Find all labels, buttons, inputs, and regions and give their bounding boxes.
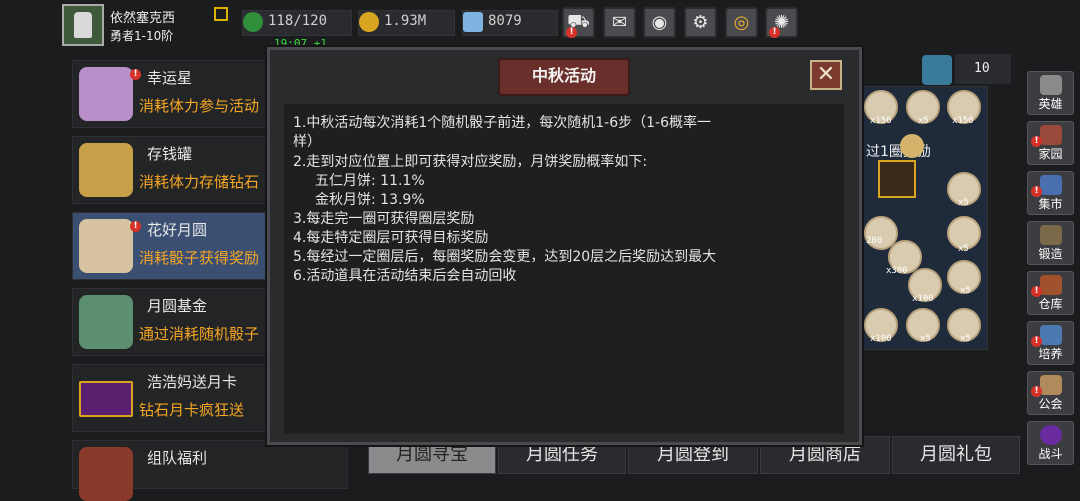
tab-moon-gift[interactable]: 月圆礼包: [892, 436, 1020, 474]
castle-icon: [1040, 125, 1062, 145]
mail-button[interactable]: ✉: [603, 7, 636, 38]
sidebar-label: 锻造: [1038, 247, 1063, 261]
dice-count: 10: [974, 61, 990, 76]
tile-label: x5: [958, 244, 969, 254]
market-icon: [1040, 175, 1062, 195]
close-icon: ✕: [816, 62, 836, 87]
rule-line: 1.中秋活动每次消耗1个随机骰子前进，每次随机1-6步（1-6概率一: [293, 115, 711, 131]
close-button[interactable]: ✕: [810, 60, 842, 90]
piggy-bank-icon: [79, 143, 133, 197]
tile-label: 200: [866, 236, 883, 246]
tile-label: x5: [918, 116, 929, 126]
tile-label: x5: [960, 286, 971, 296]
gem-value: 8079: [488, 13, 522, 29]
player-rank: 勇者1-10阶: [110, 29, 174, 43]
lens-icon: ◎: [733, 12, 750, 33]
sidebar-warehouse[interactable]: ! 仓库: [1027, 271, 1074, 315]
warehouse-icon: [1040, 275, 1062, 295]
gold-coin-icon: [359, 12, 379, 32]
lightning-icon: [243, 12, 263, 32]
sidebar-label: 公会: [1038, 397, 1063, 411]
rule-line: 5.每经过一定圈层后，每圈奖励会变更，达到20层之后奖励达到最大: [293, 249, 717, 265]
month-card-icon: [79, 381, 133, 417]
tile-label: x5: [960, 334, 971, 344]
gamepad-icon: ◉: [651, 12, 668, 33]
gear-icon: ⚙: [692, 12, 709, 33]
tile-label: x5: [920, 334, 931, 344]
rule-line: 金秋月饼: 13.9%: [315, 192, 425, 208]
tile-label: x100: [912, 294, 934, 304]
alert-badge: !: [130, 221, 141, 232]
diamond-icon: [463, 12, 483, 32]
sidebar-label: 培养: [1038, 347, 1063, 361]
event-title: 月圆基金: [147, 297, 208, 315]
alert-badge: !: [769, 27, 780, 38]
shop-button[interactable]: ⛟ !: [562, 7, 595, 38]
stamina-value: 118/120: [268, 13, 328, 29]
question-tile: [900, 134, 924, 158]
event-title: 幸运星: [147, 69, 193, 87]
sidebar-label: 仓库: [1038, 297, 1063, 311]
event-title: 花好月圆: [147, 221, 208, 239]
gold-value: 1.93M: [384, 13, 427, 29]
rule-line: 6.活动道具在活动结束后会自动回收: [293, 268, 517, 284]
sidebar-battle[interactable]: 战斗: [1027, 421, 1074, 465]
tile-label: x300: [886, 266, 908, 276]
rule-line: 3.每走完一圈可获得圈层奖励: [293, 211, 475, 227]
sidebar-label: 集市: [1038, 197, 1063, 211]
chest-icon: [79, 447, 133, 501]
event-title: 浩浩妈送月卡: [147, 373, 238, 391]
sidebar-home[interactable]: ! 家园: [1027, 121, 1074, 165]
rule-line: 五仁月饼: 11.1%: [315, 173, 425, 189]
sidebar-market[interactable]: ! 集市: [1027, 171, 1074, 215]
player-avatar[interactable]: [62, 4, 104, 46]
money-bag-icon: [79, 295, 133, 349]
rule-line: 2.走到对应位置上即可获得对应奖励，月饼奖励概率如下:: [293, 154, 648, 170]
sidebar-training[interactable]: ! 培养: [1027, 321, 1074, 365]
sidebar-forge[interactable]: 锻造: [1027, 221, 1074, 265]
trophy-icon: [1040, 325, 1062, 345]
rabbit-icon: [79, 219, 133, 273]
tile-label: x150: [952, 116, 974, 126]
rule-line: 样）: [293, 134, 321, 150]
dice-icon: [922, 55, 952, 85]
sidebar-label: 英雄: [1038, 97, 1063, 111]
event-title: 组队福利: [147, 449, 208, 467]
settings-button[interactable]: ⚙: [684, 7, 717, 38]
player-name: 依然塞克西: [110, 11, 176, 26]
tile-label: x5: [958, 198, 969, 208]
helmet-icon: [1040, 75, 1062, 95]
sidebar-label: 战斗: [1038, 447, 1063, 461]
alert-badge: !: [130, 69, 141, 80]
dialog-title: 中秋活动: [531, 66, 596, 85]
fireworks-button[interactable]: ✺ !: [765, 7, 798, 38]
edit-icon[interactable]: [214, 7, 228, 21]
lap-reward-item[interactable]: [878, 160, 916, 198]
mail-icon: ✉: [611, 12, 628, 33]
sidebar-label: 家园: [1038, 147, 1063, 161]
tile-label: x100: [870, 334, 892, 344]
guild-icon: [1040, 375, 1062, 395]
portal-icon: [1040, 425, 1062, 445]
sidebar-guild[interactable]: ! 公会: [1027, 371, 1074, 415]
event-item-team-bonus[interactable]: 组队福利: [72, 440, 348, 501]
rule-line: 4.每走特定圈层可获得目标奖励: [293, 230, 489, 246]
sidebar-hero[interactable]: 英雄: [1027, 71, 1074, 115]
lucky-star-icon: [79, 67, 133, 121]
anvil-icon: [1040, 225, 1062, 245]
event-title: 存钱罐: [147, 145, 193, 163]
tile-label: x150: [870, 116, 892, 126]
gamepad-button[interactable]: ◉: [643, 7, 676, 38]
lens-button[interactable]: ◎: [725, 7, 758, 38]
alert-badge: !: [566, 27, 577, 38]
rules-panel: 1.中秋活动每次消耗1个随机骰子前进，每次随机1-6步（1-6概率一 样） 2.…: [284, 104, 844, 434]
